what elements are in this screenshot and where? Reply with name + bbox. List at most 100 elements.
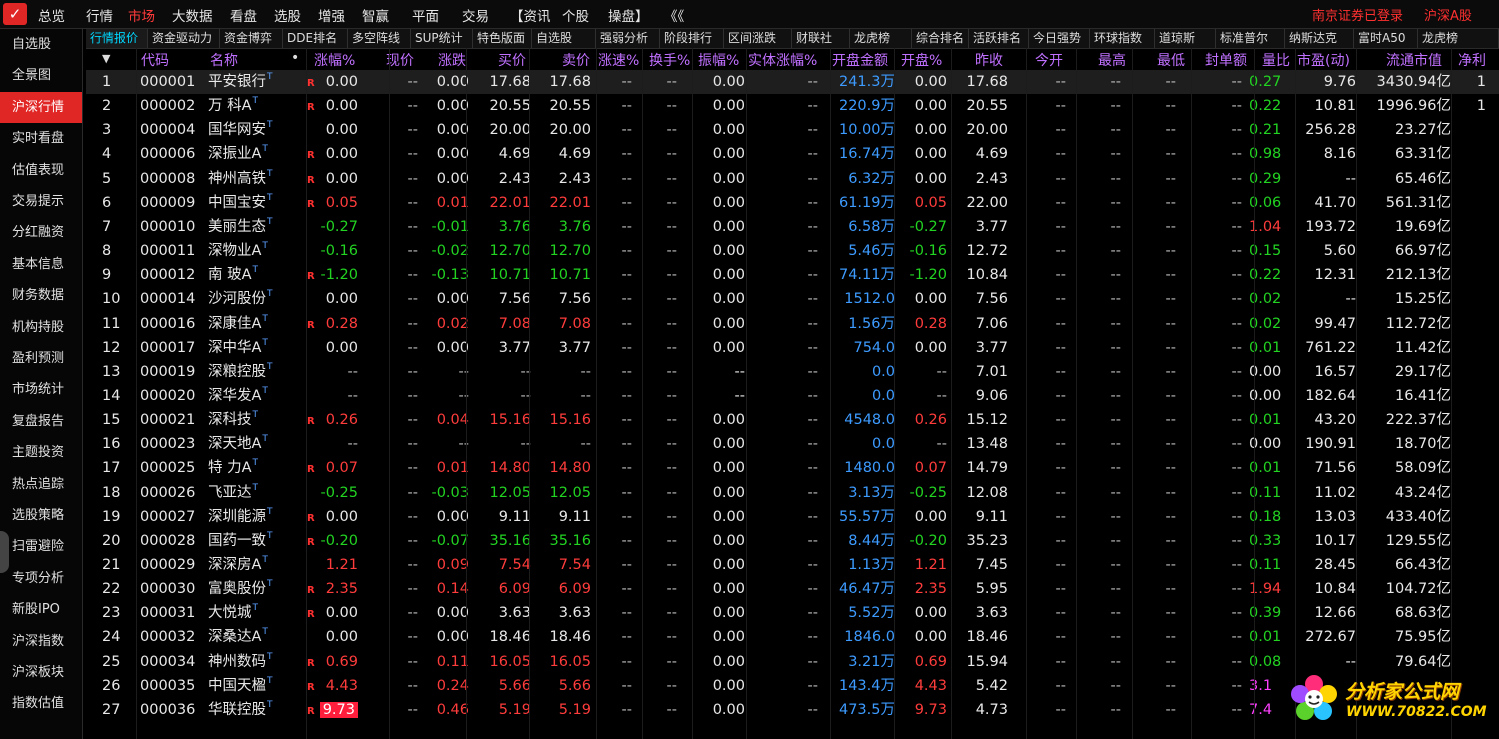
column-header[interactable]: 开盘% [901, 50, 942, 70]
column-header[interactable]: 涨跌 [438, 50, 466, 70]
tab-item[interactable]: 今日强势 [1029, 29, 1090, 48]
column-header[interactable]: 涨速% [598, 50, 639, 70]
table-row[interactable]: 20 000028 国药一致T -0.20 -- -0.07 35.16 35.16 -- -- 0… [86, 529, 1499, 553]
sidebar-item[interactable]: 主题投资 [0, 437, 82, 468]
sidebar-item[interactable]: 基本信息 [0, 249, 82, 280]
sidebar-item[interactable]: 新股IPO [0, 594, 82, 625]
tab-item[interactable]: 自选股 [532, 29, 596, 48]
tab-item[interactable]: 特色版面 [473, 29, 532, 48]
column-header[interactable]: 名称 [210, 50, 238, 70]
menu-item-market-quotes[interactable]: 行情 [86, 5, 113, 25]
menu-item-big-data[interactable]: 大数据 [172, 5, 213, 25]
table-row[interactable]: 19 000027 深圳能源T 0.00 -- 0.00 9.11 9.11 -- -- 0.00 -… [86, 505, 1499, 529]
column-header[interactable]: 代码 [141, 50, 169, 70]
column-header[interactable]: 现价 [386, 50, 414, 70]
table-row[interactable]: 25 000034 神州数码T 0.69 -- 0.11 16.05 16.05 -- -- 0.0… [86, 650, 1499, 674]
menu-item-operate[interactable]: 操盘】 [608, 5, 649, 25]
column-header[interactable]: 最低 [1157, 50, 1185, 70]
sidebar-item[interactable]: 专项分析 [0, 563, 82, 594]
column-header[interactable]: 实体涨幅% [748, 50, 817, 70]
tab-item[interactable]: 富时A50 [1354, 29, 1418, 48]
sidebar-item[interactable]: 实时看盘 [0, 123, 82, 154]
table-row[interactable]: 14 000020 深华发AT -- -- -- -- -- -- -- -- -- 0.0 -- 9.06… [86, 384, 1499, 408]
tab-item[interactable]: 龙虎榜 [1418, 29, 1499, 48]
column-header[interactable]: 流通市值 [1386, 50, 1442, 70]
menu-item-news[interactable]: 【资讯 [510, 5, 551, 25]
column-header[interactable]: • [291, 50, 299, 66]
sidebar-item[interactable]: 估值表现 [0, 155, 82, 186]
table-row[interactable]: 24 000032 深桑达AT 0.00 -- 0.00 18.46 18.46 -- -- 0.0… [86, 625, 1499, 649]
sidebar-item[interactable]: 交易提示 [0, 186, 82, 217]
menu-item-trade[interactable]: 交易 [462, 5, 489, 25]
column-header[interactable]: 振幅% [698, 50, 739, 70]
table-row[interactable]: 11 000016 深康佳AT 0.28 -- 0.02 7.08 7.08 -- -- 0.00 -… [86, 312, 1499, 336]
column-header[interactable]: 昨收 [975, 50, 1003, 70]
table-row[interactable]: 17 000025 特 力AT 0.07 -- 0.01 14.80 14.80 -- -- 0.0… [86, 456, 1499, 480]
menu-item-overview[interactable]: 总览 [38, 5, 65, 25]
sidebar-item[interactable]: 选股策略 [0, 500, 82, 531]
menu-item-smart-win[interactable]: 智赢 [362, 5, 389, 25]
table-row[interactable]: 21 000029 深深房AT 1.21 -- 0.09 7.54 7.54 -- -- 0.00 -… [86, 553, 1499, 577]
tab-item[interactable]: 区间涨跌 [724, 29, 792, 48]
tab-item[interactable]: 龙虎榜 [850, 29, 912, 48]
table-row[interactable]: 23 000031 大悦城T 0.00 -- 0.00 3.63 3.63 -- -- 0.00 --… [86, 601, 1499, 625]
tab-item[interactable]: SUP统计 [411, 29, 473, 48]
table-row[interactable]: 18 000026 飞亚达T -0.25 -- -0.03 12.05 12.05 -- -- 0.… [86, 481, 1499, 505]
menu-item-flat[interactable]: 平面 [412, 5, 439, 25]
tab-item[interactable]: 活跃排名 [969, 29, 1029, 48]
tab-item[interactable]: 道琼斯 [1155, 29, 1216, 48]
sidebar-item[interactable]: 沪深指数 [0, 626, 82, 657]
tab-item[interactable]: 纳斯达克 [1285, 29, 1354, 48]
table-row[interactable]: 2 000002 万 科AT 0.00 -- 0.00 20.55 20.55 -- -- 0.00… [86, 94, 1499, 118]
sidebar-item[interactable]: 沪深板块 [0, 657, 82, 688]
sidebar-item[interactable]: 分红融资 [0, 217, 82, 248]
menu-item-enhance[interactable]: 增强 [318, 5, 345, 25]
sidebar-item[interactable]: 财务数据 [0, 280, 82, 311]
sidebar-item[interactable]: 市场统计 [0, 374, 82, 405]
table-row[interactable]: 7 000010 美丽生态T -0.27 -- -0.01 3.76 3.76 -- -- 0.00… [86, 215, 1499, 239]
table-row[interactable]: 10 000014 沙河股份T 0.00 -- 0.00 7.56 7.56 -- -- 0.00 -… [86, 287, 1499, 311]
table-row[interactable]: 5 000008 神州高铁T 0.00 -- 0.00 2.43 2.43 -- -- 0.00 --… [86, 167, 1499, 191]
table-row[interactable]: 13 000019 深粮控股T -- -- -- -- -- -- -- -- -- 0.0 -- 7.01… [86, 360, 1499, 384]
column-header[interactable]: 换手% [649, 50, 690, 70]
menu-item-stock-picker[interactable]: 选股 [274, 5, 301, 25]
column-header[interactable]: 买价 [498, 50, 526, 70]
table-row[interactable]: 15 000021 深科技T 0.26 -- 0.04 15.16 15.16 -- -- 0.00… [86, 408, 1499, 432]
column-header[interactable]: 最高 [1098, 50, 1126, 70]
sidebar-item[interactable]: 机构持股 [0, 312, 82, 343]
column-header[interactable]: 今开 [1035, 50, 1063, 70]
sidebar-item[interactable]: 盈利预测 [0, 343, 82, 374]
app-logo-icon[interactable]: ✓ [3, 3, 27, 25]
sidebar-item[interactable]: 沪深行情 [0, 91, 82, 123]
table-row[interactable]: 12 000017 深中华AT 0.00 -- 0.00 3.77 3.77 -- -- 0.00 -… [86, 336, 1499, 360]
table-row[interactable]: 1 000001 平安银行T 0.00 -- 0.00 17.68 17.68 -- -- 0.00… [86, 70, 1499, 94]
tab-item[interactable]: 资金博弈 [220, 29, 283, 48]
tab-item[interactable]: 标准普尔 [1216, 29, 1285, 48]
column-header[interactable]: 涨幅% [314, 50, 355, 70]
column-header[interactable]: 开盘金额 [832, 50, 888, 70]
sidebar-item[interactable]: 自选股 [0, 29, 82, 60]
tab-item[interactable]: 多空阵线 [348, 29, 411, 48]
tab-item[interactable]: 行情报价 [86, 29, 148, 48]
sidebar-item[interactable]: 指数估值 [0, 688, 82, 719]
tab-item[interactable]: 环球指数 [1090, 29, 1155, 48]
column-header[interactable]: 卖价 [562, 50, 590, 70]
tab-item[interactable]: 资金驱动力 [148, 29, 220, 48]
menu-item-watch[interactable]: 看盘 [230, 5, 257, 25]
sidebar-item[interactable]: 热点追踪 [0, 469, 82, 500]
table-row[interactable]: 16 000023 深天地AT -- -- -- -- -- -- -- 0.00 -- 0.0 -- 13… [86, 432, 1499, 456]
menu-item-stock[interactable]: 个股 [562, 5, 589, 25]
table-row[interactable]: 22 000030 富奥股份T 2.35 -- 0.14 6.09 6.09 -- -- 0.00 -… [86, 577, 1499, 601]
column-header[interactable]: 量比 [1262, 50, 1290, 70]
sidebar-item[interactable]: 复盘报告 [0, 406, 82, 437]
tab-item[interactable]: 阶段排行 [660, 29, 724, 48]
column-header[interactable]: 封单额 [1205, 50, 1247, 70]
market-status[interactable]: 沪深A股 [1424, 5, 1472, 24]
table-row[interactable]: 4 000006 深振业AT 0.00 -- 0.00 4.69 4.69 -- -- 0.00 --… [86, 142, 1499, 166]
tab-item[interactable]: 财联社 [792, 29, 850, 48]
tab-item[interactable]: 强弱分析 [596, 29, 660, 48]
table-row[interactable]: 8 000011 深物业AT -0.16 -- -0.02 12.70 12.70 -- -- 0.… [86, 239, 1499, 263]
sidebar-item[interactable]: 全景图 [0, 60, 82, 91]
tab-item[interactable]: 综合排名 [912, 29, 969, 48]
column-header[interactable]: 净利 [1458, 50, 1486, 70]
